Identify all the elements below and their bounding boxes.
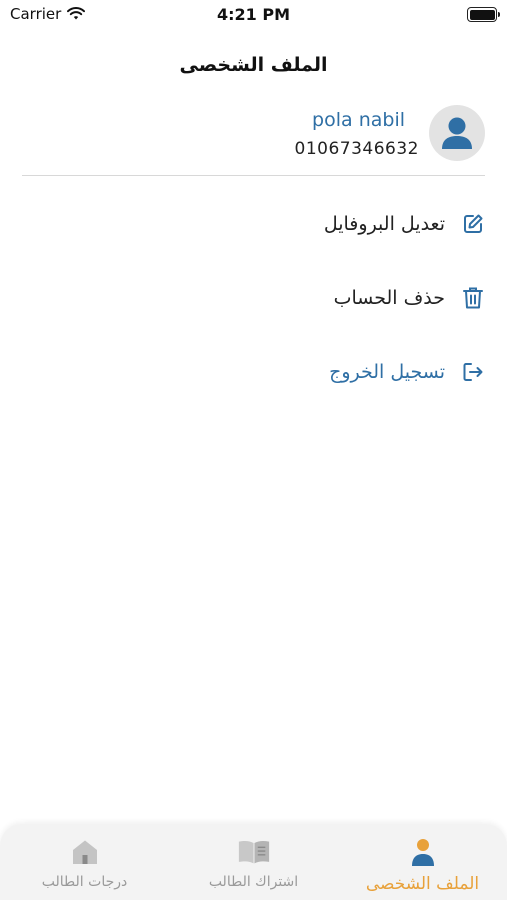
person-icon <box>442 117 472 149</box>
edit-profile-label: تعديل البروفايل <box>323 213 445 235</box>
status-time: 4:21 PM <box>216 5 290 24</box>
person-icon <box>406 836 440 868</box>
status-bar: Carrier 4:21 PM <box>0 0 507 30</box>
avatar <box>429 105 485 161</box>
edit-profile-button[interactable]: تعديل البروفايل <box>324 206 485 242</box>
delete-account-button[interactable]: حذف الحساب <box>334 280 485 316</box>
logout-label: تسجيل الخروج <box>329 361 445 383</box>
tab-profile[interactable]: الملف الشخصى <box>338 824 507 900</box>
battery-icon <box>467 7 500 22</box>
user-phone: 01067346632 <box>294 139 419 159</box>
tab-grades[interactable]: درجات الطالب <box>0 824 169 900</box>
logout-button[interactable]: تسجيل الخروج <box>329 354 485 390</box>
tab-bar: الملف الشخصى اشتراك الطالب درجات الطالب <box>0 824 507 900</box>
book-icon <box>237 836 271 868</box>
delete-account-label: حذف الحساب <box>333 287 445 309</box>
tab-grades-label: درجات الطالب <box>41 874 128 890</box>
trash-icon <box>461 286 485 310</box>
tab-subscription-label: اشتراك الطالب <box>208 874 299 890</box>
page-title: الملف الشخصى <box>179 54 328 76</box>
tab-subscription[interactable]: اشتراك الطالب <box>169 824 338 900</box>
tab-profile-label: الملف الشخصى <box>365 874 480 894</box>
profile-screen: Carrier 4:21 PM الملف الشخصى pola nabil … <box>0 0 507 900</box>
edit-icon <box>461 212 485 236</box>
home-icon <box>68 836 102 868</box>
user-name: pola nabil <box>312 109 405 131</box>
divider <box>22 175 485 176</box>
logout-icon <box>461 360 485 384</box>
